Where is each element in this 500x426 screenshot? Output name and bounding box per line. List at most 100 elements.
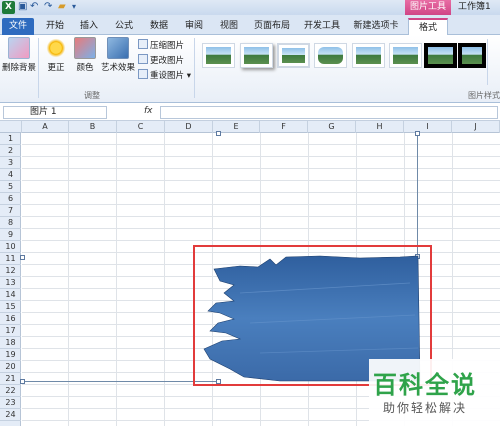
tab-formulas[interactable]: 公式 bbox=[109, 18, 139, 35]
picture-bounds-right-edge bbox=[417, 133, 418, 257]
excel-logo-icon[interactable]: X bbox=[2, 1, 15, 14]
column-header[interactable]: C bbox=[117, 121, 165, 133]
undo-icon[interactable]: ↶ bbox=[30, 1, 38, 13]
group-label-adjust: 调整 bbox=[84, 91, 100, 100]
tab-developer[interactable]: 开发工具 bbox=[300, 18, 344, 35]
title-bar: X ▣ ↶ ↷ ▰ ▾ 图片工具 工作簿1 bbox=[0, 0, 500, 15]
remove-background-label: 删除背景 bbox=[2, 63, 37, 73]
column-headers: A B C D E F G H I J bbox=[0, 121, 500, 133]
corrections-button[interactable]: 更正 bbox=[42, 37, 70, 73]
watermark-subtitle: 助你轻松解决 bbox=[383, 401, 468, 415]
tab-file[interactable]: 文件 bbox=[2, 18, 34, 35]
window-title: 工作簿1 bbox=[458, 2, 491, 12]
row-header[interactable]: 1 bbox=[0, 133, 21, 145]
reset-picture-label: 重设图片 bbox=[150, 71, 185, 81]
color-button[interactable]: 颜色 bbox=[72, 37, 98, 73]
column-header[interactable]: I bbox=[404, 121, 452, 133]
resize-handle[interactable] bbox=[20, 255, 25, 260]
row-header[interactable]: 6 bbox=[0, 193, 21, 205]
row-header[interactable]: 19 bbox=[0, 349, 21, 361]
change-picture-label: 更改图片 bbox=[150, 56, 185, 66]
picture-style-2[interactable] bbox=[240, 43, 273, 68]
remove-background-icon bbox=[8, 37, 30, 59]
picture-style-6[interactable] bbox=[389, 43, 422, 68]
reset-picture-button[interactable]: 重设图片 ▾ bbox=[138, 69, 191, 81]
function-icon[interactable]: fx bbox=[144, 106, 153, 116]
row-header[interactable]: 15 bbox=[0, 301, 21, 313]
tab-insert[interactable]: 插入 bbox=[74, 18, 104, 35]
artistic-effects-label: 艺术效果 bbox=[100, 63, 135, 73]
watermark-title: 百科全说 bbox=[373, 371, 477, 399]
column-header[interactable]: G bbox=[308, 121, 356, 133]
tab-review[interactable]: 审阅 bbox=[179, 18, 209, 35]
picture-style-3[interactable] bbox=[277, 43, 310, 68]
tab-new-tab[interactable]: 新建选项卡 bbox=[350, 18, 402, 35]
gallery-scroll-arrows[interactable] bbox=[487, 39, 498, 85]
resize-handle[interactable] bbox=[415, 131, 420, 136]
resize-handle[interactable] bbox=[20, 379, 25, 384]
row-header[interactable]: 22 bbox=[0, 385, 21, 397]
corrections-label: 更正 bbox=[47, 63, 65, 73]
row-header[interactable]: 24 bbox=[0, 409, 21, 421]
artistic-effects-icon bbox=[107, 37, 129, 59]
row-header[interactable]: 2 bbox=[0, 145, 21, 157]
row-header[interactable]: 4 bbox=[0, 169, 21, 181]
picture-style-4[interactable] bbox=[314, 43, 347, 68]
formula-input[interactable] bbox=[160, 106, 498, 119]
picture-bounds-bottom-edge bbox=[22, 381, 219, 382]
row-header[interactable]: 9 bbox=[0, 229, 21, 241]
artistic-effects-button[interactable]: 艺术效果 bbox=[100, 37, 136, 73]
quick-access-dropdown-icon[interactable]: ▾ bbox=[72, 1, 76, 13]
row-header[interactable]: 11 bbox=[0, 253, 21, 265]
picture-style-1[interactable] bbox=[202, 43, 235, 68]
group-separator bbox=[194, 38, 195, 98]
redo-icon[interactable]: ↷ bbox=[44, 1, 52, 13]
column-header[interactable]: D bbox=[165, 121, 213, 133]
column-header[interactable]: J bbox=[452, 121, 500, 133]
tab-data[interactable]: 数据 bbox=[144, 18, 174, 35]
reset-picture-icon bbox=[138, 69, 148, 79]
row-header[interactable]: 12 bbox=[0, 265, 21, 277]
name-box[interactable]: 图片 1 bbox=[3, 106, 107, 119]
save-icon[interactable]: ▣ bbox=[18, 1, 27, 13]
tab-page-layout[interactable]: 页面布局 bbox=[250, 18, 294, 35]
picture-style-8[interactable] bbox=[458, 43, 486, 68]
column-header[interactable]: A bbox=[22, 121, 69, 133]
row-header[interactable]: 17 bbox=[0, 325, 21, 337]
column-header[interactable]: H bbox=[356, 121, 404, 133]
color-label: 颜色 bbox=[76, 63, 94, 73]
row-header[interactable]: 7 bbox=[0, 205, 21, 217]
select-all-corner[interactable] bbox=[0, 121, 22, 133]
row-header[interactable]: 3 bbox=[0, 157, 21, 169]
row-header[interactable]: 8 bbox=[0, 217, 21, 229]
row-header[interactable]: 5 bbox=[0, 181, 21, 193]
column-header[interactable]: F bbox=[260, 121, 308, 133]
group-separator bbox=[38, 38, 39, 98]
row-header[interactable]: 14 bbox=[0, 289, 21, 301]
row-header[interactable]: 10 bbox=[0, 241, 21, 253]
picture-style-7[interactable] bbox=[424, 43, 457, 68]
change-picture-button[interactable]: 更改图片 bbox=[138, 54, 184, 66]
row-headers: 1 2 3 4 5 6 7 8 9 10 11 12 13 14 15 16 1… bbox=[0, 133, 21, 426]
picture-style-5[interactable] bbox=[352, 43, 385, 68]
row-header[interactable]: 20 bbox=[0, 361, 21, 373]
resize-handle[interactable] bbox=[216, 131, 221, 136]
sun-icon bbox=[45, 37, 67, 59]
change-picture-icon bbox=[138, 54, 148, 64]
group-label-picture-styles: 图片样式 bbox=[468, 91, 500, 100]
compress-pictures-button[interactable]: 压缩图片 bbox=[138, 39, 184, 51]
tab-view[interactable]: 视图 bbox=[214, 18, 244, 35]
tab-format[interactable]: 格式 bbox=[408, 18, 448, 35]
column-header[interactable]: B bbox=[69, 121, 117, 133]
row-header[interactable]: 18 bbox=[0, 337, 21, 349]
tab-home[interactable]: 开始 bbox=[40, 18, 70, 35]
row-header[interactable]: 13 bbox=[0, 277, 21, 289]
folder-icon[interactable]: ▰ bbox=[58, 1, 66, 13]
row-header[interactable]: 21 bbox=[0, 373, 21, 385]
row-header[interactable]: 23 bbox=[0, 397, 21, 409]
ribbon-panel: 删除背景 更正 颜色 艺术效果 压缩图片 更改图片 重设图片 ▾ 调整 图片样式 bbox=[0, 35, 500, 103]
picture-tools-context-tab: 图片工具 bbox=[405, 0, 451, 15]
row-header[interactable]: 16 bbox=[0, 313, 21, 325]
compress-icon bbox=[138, 39, 148, 49]
remove-background-button[interactable]: 删除背景 bbox=[2, 37, 36, 73]
